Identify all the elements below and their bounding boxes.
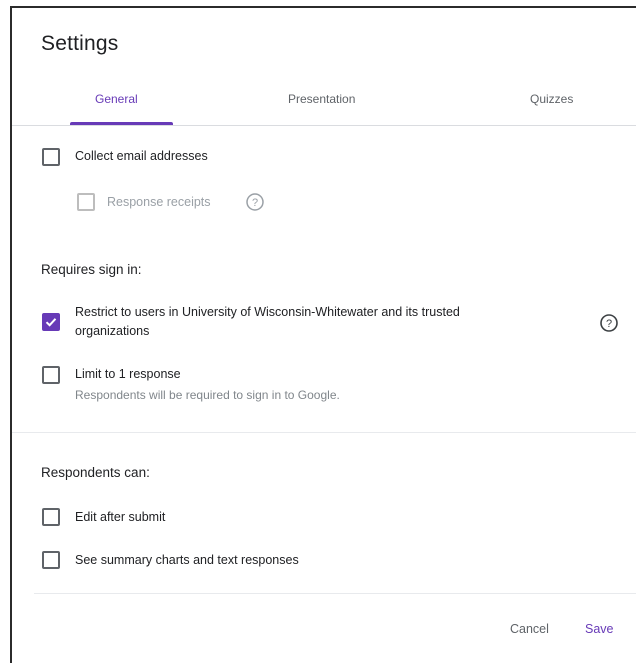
- limit-response-checkbox[interactable]: [42, 366, 60, 384]
- restrict-users-label-line1: Restrict to users in University of Wisco…: [75, 305, 460, 319]
- settings-dialog: Settings General Presentation Quizzes Co…: [12, 8, 636, 663]
- restrict-users-checkbox[interactable]: [42, 313, 60, 331]
- active-tab-indicator: [70, 122, 173, 125]
- restrict-users-help-icon[interactable]: ?: [599, 313, 619, 333]
- response-receipts-checkbox[interactable]: [77, 193, 95, 211]
- respondents-can-heading: Respondents can:: [41, 465, 150, 480]
- see-summary-label: See summary charts and text responses: [75, 553, 299, 567]
- limit-response-label: Limit to 1 response: [75, 367, 181, 381]
- collect-email-label: Collect email addresses: [75, 149, 208, 163]
- restrict-users-label-line2: organizations: [75, 324, 150, 338]
- svg-text:?: ?: [252, 197, 258, 209]
- edit-after-submit-checkbox[interactable]: [42, 508, 60, 526]
- tab-quizzes[interactable]: Quizzes: [530, 92, 573, 106]
- response-receipts-label: Response receipts: [107, 195, 211, 209]
- section-divider: [12, 432, 636, 433]
- response-receipts-help-icon[interactable]: ?: [245, 192, 265, 212]
- collect-email-checkbox[interactable]: [42, 148, 60, 166]
- see-summary-checkbox[interactable]: [42, 551, 60, 569]
- edit-after-submit-label: Edit after submit: [75, 510, 166, 524]
- tab-general[interactable]: General: [95, 92, 138, 106]
- svg-text:?: ?: [606, 318, 612, 330]
- footer-divider: [34, 593, 636, 594]
- save-button[interactable]: Save: [585, 622, 614, 636]
- dialog-title: Settings: [41, 32, 119, 55]
- tab-presentation[interactable]: Presentation: [288, 92, 355, 106]
- checkmark-icon: [45, 318, 57, 327]
- cancel-button[interactable]: Cancel: [510, 622, 549, 636]
- limit-response-sublabel: Respondents will be required to sign in …: [75, 388, 340, 402]
- tab-bar: General Presentation Quizzes: [12, 80, 636, 126]
- requires-sign-in-heading: Requires sign in:: [41, 262, 142, 277]
